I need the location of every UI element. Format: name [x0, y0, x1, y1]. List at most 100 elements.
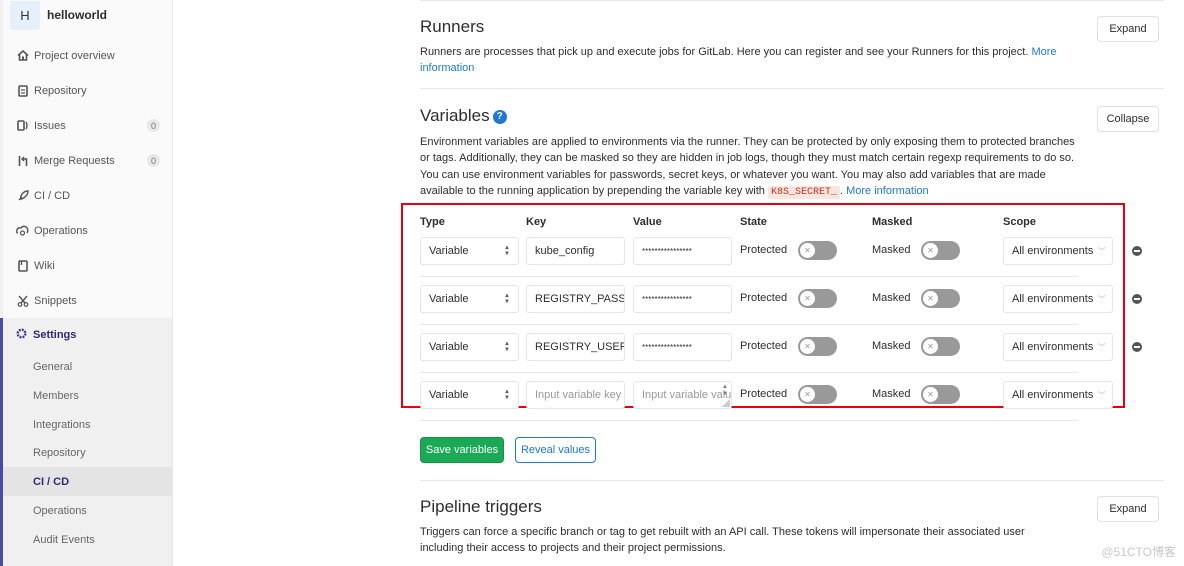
sidebar-item-operations[interactable]: Operations — [0, 213, 172, 248]
sort-arrows-icon: ▲ ▼ — [504, 389, 510, 401]
masked-label: Masked — [872, 244, 911, 256]
project-name[interactable]: helloworld — [47, 8, 107, 22]
environment-scope-dropdown[interactable]: All environments ﹀ — [1003, 381, 1113, 409]
variable-type-select[interactable]: Variable ▲ ▼ — [420, 237, 519, 265]
remove-variable-icon[interactable] — [1132, 342, 1142, 352]
masked-toggle[interactable]: ✕ — [921, 241, 960, 260]
sidebar-item-repository[interactable]: Repository — [0, 73, 172, 108]
variable-key-input[interactable]: kube_config — [526, 237, 625, 265]
scroll-arrows-icon[interactable]: ▲ ▼ — [721, 384, 729, 398]
sidebar-item-label: Wiki — [34, 259, 55, 272]
variable-value-input[interactable]: **************** — [633, 237, 732, 265]
variable-row: Variable ▲▼ REGISTRY_PASSW **************… — [420, 285, 1160, 313]
variable-key-input[interactable]: REGISTRY_USERN — [526, 333, 625, 361]
runners-expand-button[interactable]: Expand — [1097, 16, 1159, 42]
resize-handle-icon[interactable] — [722, 399, 730, 407]
environment-scope-dropdown[interactable]: All environments ﹀ — [1003, 285, 1113, 313]
save-variables-button[interactable]: Save variables — [420, 437, 504, 463]
sidebar-item-wiki[interactable]: Wiki — [0, 248, 172, 283]
toggle-off-icon: ✕ — [800, 339, 815, 354]
sidebar-item-merge-requests[interactable]: Merge Requests 0 — [0, 143, 172, 178]
settings-sub-ci-cd[interactable]: CI / CD — [3, 467, 172, 496]
settings-sub-operations[interactable]: Operations — [3, 496, 172, 525]
sidebar-item-settings[interactable]: Settings — [0, 318, 172, 352]
remove-variable-icon[interactable] — [1132, 246, 1142, 256]
pipeline-triggers-description: Triggers can force a specific branch or … — [420, 526, 1025, 555]
reveal-values-button[interactable]: Reveal values — [515, 437, 596, 463]
masked-toggle[interactable]: ✕ — [921, 337, 960, 356]
project-avatar: H — [10, 0, 40, 30]
toggle-off-icon: ✕ — [923, 243, 938, 258]
variable-key-input[interactable]: REGISTRY_PASSW — [526, 285, 625, 313]
variable-type-select[interactable]: Variable ▲ ▼ — [420, 285, 519, 313]
sidebar-item-project-overview[interactable]: Project overview — [0, 38, 172, 73]
sidebar-item-label: CI / CD — [34, 189, 71, 202]
variable-value-input[interactable]: **************** — [633, 333, 732, 361]
settings-sub-integrations[interactable]: Integrations — [3, 410, 172, 439]
variable-type-select[interactable]: Variable ▲ ▼ — [420, 333, 519, 361]
row-divider — [420, 420, 1078, 421]
protected-toggle[interactable]: ✕ — [798, 289, 837, 308]
sidebar-item-issues[interactable]: Issues 0 — [0, 108, 172, 143]
merge-request-icon — [16, 154, 29, 167]
masked-toggle[interactable]: ✕ — [921, 289, 960, 308]
chevron-down-icon: ﹀ — [1098, 390, 1106, 400]
scope-value: All environments — [1012, 293, 1094, 305]
remove-variable-icon[interactable] — [1132, 294, 1142, 304]
value-placeholder: Input variable value — [642, 389, 732, 401]
variable-type-value: Variable — [429, 341, 469, 353]
column-header-masked: Masked — [872, 216, 913, 228]
variable-row-new: Variable ▲ ▼ Input variable key Input vari… — [420, 381, 1160, 409]
settings-sub-members[interactable]: Members — [3, 381, 172, 410]
chevron-down-icon: ﹀ — [1098, 294, 1106, 304]
rocket-icon — [16, 189, 29, 202]
sidebar-item-label: Repository — [34, 84, 87, 97]
variable-row: Variable ▲ ▼ kube_config **************** … — [420, 237, 1160, 265]
settings-sub-repository[interactable]: Repository — [3, 438, 172, 467]
sort-arrows-icon: ▲ ▼ — [504, 293, 510, 305]
row-divider — [420, 276, 1078, 277]
divider — [420, 480, 1164, 481]
settings-sub-general[interactable]: General — [3, 352, 172, 381]
protected-toggle[interactable]: ✕ — [798, 241, 837, 260]
question-circle-icon[interactable]: ? — [492, 109, 507, 124]
doc-icon — [16, 84, 29, 97]
pipeline-triggers-title: Pipeline triggers — [420, 497, 542, 516]
cloud-gear-icon — [16, 224, 29, 237]
column-header-type: Type — [420, 216, 445, 228]
divider — [420, 0, 1164, 1]
new-variable-value-textarea[interactable]: Input variable value ▲ ▼ — [633, 381, 732, 409]
sidebar-item-label: Issues — [34, 119, 66, 132]
variables-more-information-link[interactable]: More information — [846, 185, 929, 197]
column-header-value: Value — [633, 216, 662, 228]
environment-scope-dropdown[interactable]: All environments ﹀ — [1003, 333, 1113, 361]
scope-value: All environments — [1012, 341, 1094, 353]
sidebar-item-label: Operations — [34, 224, 88, 237]
variable-type-value: Variable — [429, 389, 469, 401]
masked-toggle[interactable]: ✕ — [921, 385, 960, 404]
variable-type-value: Variable — [429, 293, 469, 305]
settings-sub-audit-events[interactable]: Audit Events — [3, 525, 172, 554]
chevron-down-icon: ﹀ — [1098, 342, 1106, 352]
sidebar-item-snippets[interactable]: Snippets — [0, 283, 172, 318]
column-header-state: State — [740, 216, 767, 228]
runners-description: Runners are processes that pick up and e… — [420, 44, 1060, 77]
variable-type-select[interactable]: Variable ▲ ▼ — [420, 381, 519, 409]
environment-scope-dropdown[interactable]: All environments ﹀ — [1003, 237, 1113, 265]
sidebar: H helloworld Project overview Repository… — [0, 0, 173, 566]
pipeline-triggers-expand-button[interactable]: Expand — [1097, 496, 1159, 522]
divider — [420, 88, 1164, 89]
toggle-off-icon: ✕ — [923, 339, 938, 354]
sidebar-item-ci-cd[interactable]: CI / CD — [0, 178, 172, 213]
variables-description: Environment variables are applied to env… — [420, 134, 1080, 201]
protected-toggle[interactable]: ✕ — [798, 385, 837, 404]
variable-value-input[interactable]: **************** — [633, 285, 732, 313]
column-header-key: Key — [526, 216, 547, 228]
new-variable-key-input[interactable]: Input variable key — [526, 381, 625, 409]
variables-collapse-button[interactable]: Collapse — [1097, 106, 1159, 132]
variables-title: Variables? — [420, 106, 507, 126]
project-header[interactable]: H helloworld — [10, 0, 107, 30]
row-divider — [420, 324, 1078, 325]
protected-toggle[interactable]: ✕ — [798, 337, 837, 356]
watermark: @51CTO博客 — [1101, 545, 1176, 559]
